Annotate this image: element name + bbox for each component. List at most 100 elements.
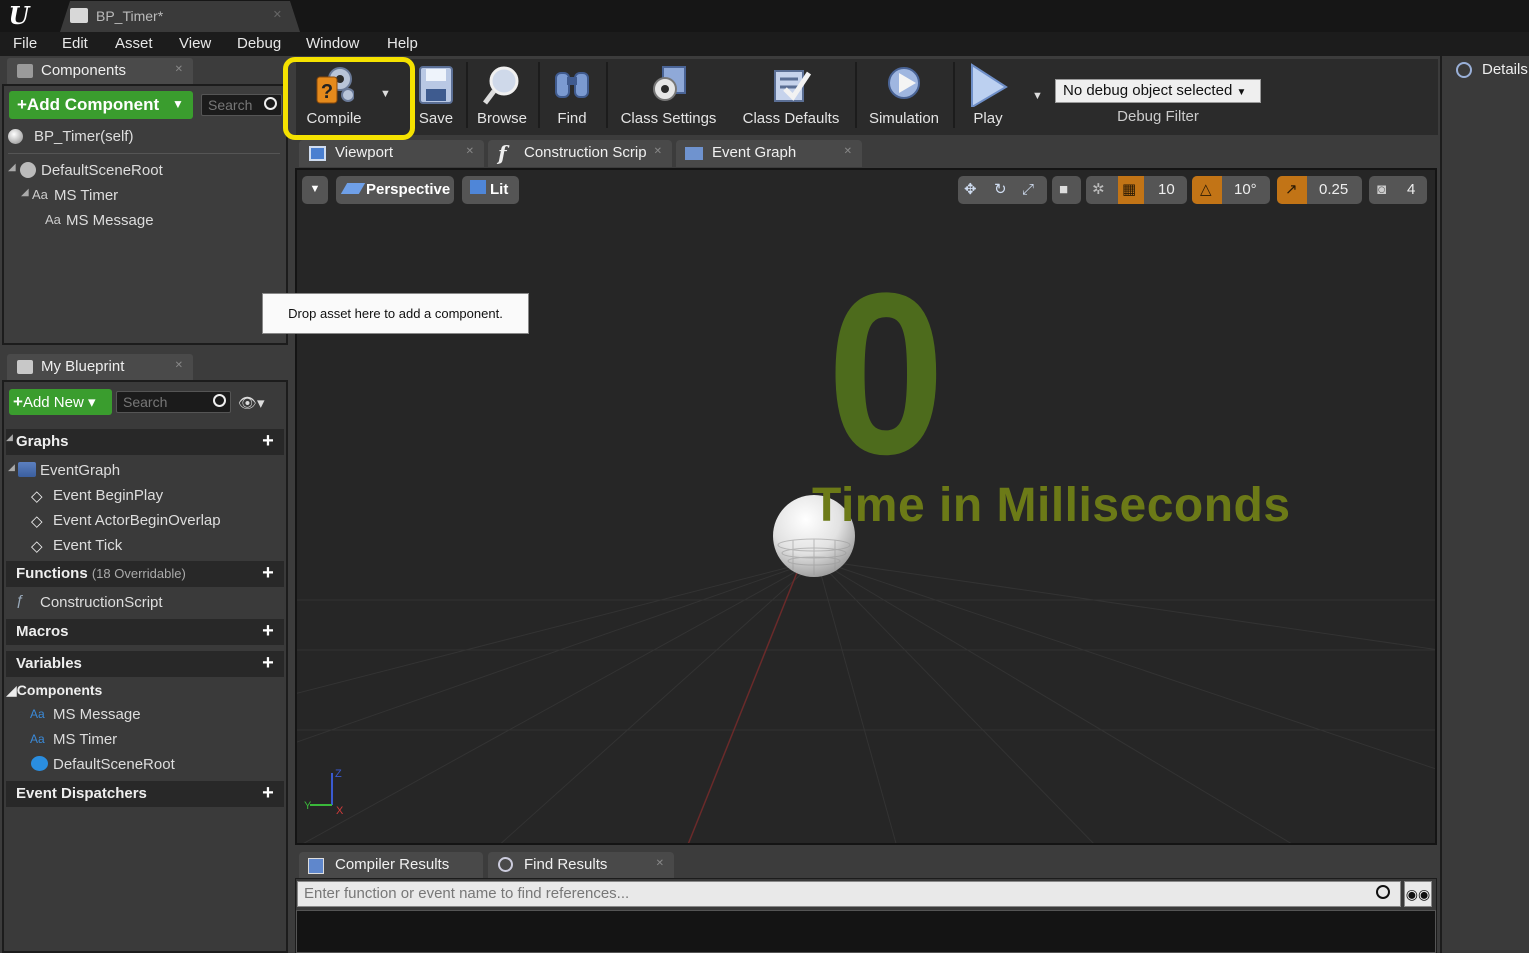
scale-snap-control[interactable]: ↗ 0.25 (1277, 176, 1362, 204)
camera-speed-control[interactable]: ◙ 4 (1369, 176, 1427, 204)
tree-item-ms-timer[interactable]: MS Timer (54, 187, 118, 204)
find-in-all-blueprints-binoculars-icon[interactable]: ◉◉ (1404, 881, 1432, 907)
unreal-logo-icon[interactable]: U (4, 2, 34, 30)
add-new-button[interactable]: +Add New ▾ (9, 389, 112, 415)
var-default-scene-root[interactable]: DefaultSceneRoot (53, 756, 175, 773)
menu-view[interactable]: View (179, 35, 211, 52)
eye-visibility-icon[interactable]: 👁▾ (238, 394, 265, 412)
menu-file[interactable]: File (13, 35, 37, 52)
tab-find-results[interactable]: Find Results ✕ (488, 852, 674, 879)
debug-object-select[interactable]: No debug object selected ▼ (1055, 79, 1261, 103)
class-settings-button[interactable]: Class Settings (612, 59, 725, 133)
play-triangle-icon (971, 63, 1008, 107)
toolbar-separator (466, 62, 468, 128)
category-variables[interactable]: Variables + (6, 651, 284, 677)
components-search-input[interactable]: Search (201, 94, 282, 116)
tab-event-graph[interactable]: Event Graph ✕ (676, 140, 862, 167)
add-graph-icon[interactable]: + (258, 431, 278, 452)
tab-components[interactable]: Components ✕ (7, 58, 193, 84)
world-local-toggle[interactable]: ■ (1052, 176, 1081, 204)
lit-label: Lit (490, 181, 509, 198)
tree-item-ms-message[interactable]: MS Message (66, 212, 154, 229)
expand-arrow-icon[interactable]: ◢ (8, 162, 16, 173)
tab-compiler-results[interactable]: Compiler Results (299, 852, 483, 879)
close-tab-icon[interactable]: ✕ (654, 146, 662, 157)
close-tab-icon[interactable]: ✕ (273, 8, 282, 21)
tree-item-default-scene-root[interactable]: DefaultSceneRoot (41, 162, 163, 179)
svg-text:Z: Z (335, 768, 342, 780)
browse-magnifier-icon (483, 66, 519, 105)
tab-my-blueprint[interactable]: My Blueprint ✕ (7, 354, 193, 380)
add-macro-icon[interactable]: + (258, 621, 278, 642)
save-label: Save (418, 110, 454, 127)
class-settings-label: Class Settings (620, 110, 717, 127)
search-icon[interactable] (1376, 885, 1390, 899)
transform-tools[interactable]: ✥ ↻ ⤢ (958, 176, 1047, 204)
close-tab-icon[interactable]: ✕ (175, 360, 183, 371)
tab-viewport[interactable]: Viewport ✕ (299, 140, 484, 167)
translate-icon[interactable]: ✥ (964, 176, 977, 203)
subcategory-components[interactable]: ◢Components (6, 682, 102, 699)
surface-snap-icon[interactable]: ✲ (1092, 176, 1105, 203)
rotate-icon[interactable]: ↻ (994, 176, 1007, 203)
tree-item-event-tick[interactable]: Event Tick (53, 537, 122, 554)
rotation-snap-control[interactable]: △ 10° (1192, 176, 1270, 204)
tree-item-event-actor-begin-overlap[interactable]: Event ActorBeginOverlap (53, 512, 221, 529)
menu-asset[interactable]: Asset (115, 35, 153, 52)
play-button[interactable]: Play (958, 59, 1018, 133)
tree-item-event-begin-play[interactable]: Event BeginPlay (53, 487, 163, 504)
category-graphs[interactable]: Graphs + (6, 429, 284, 455)
var-ms-timer[interactable]: MS Timer (53, 731, 117, 748)
category-functions[interactable]: Functions (18 Overridable) + (6, 561, 284, 587)
add-function-icon[interactable]: + (258, 563, 278, 584)
add-component-button[interactable]: +Add Component (9, 91, 193, 119)
event-graph-icon (18, 462, 36, 477)
viewport-options-dropdown[interactable]: ▼ (302, 176, 328, 204)
category-macros[interactable]: Macros + (6, 619, 284, 645)
tree-item-event-graph[interactable]: EventGraph (40, 462, 120, 479)
browse-button[interactable]: Browse (470, 59, 534, 133)
var-ms-message[interactable]: MS Message (53, 706, 141, 723)
add-event-dispatcher-icon[interactable]: + (258, 783, 278, 804)
scale-icon[interactable]: ⤢ (1022, 176, 1034, 203)
category-event-dispatchers[interactable]: Event Dispatchers + (6, 781, 284, 807)
category-graphs-label: Graphs (16, 433, 69, 450)
menu-help[interactable]: Help (387, 35, 418, 52)
class-defaults-button[interactable]: Class Defaults (733, 59, 849, 133)
menu-window[interactable]: Window (306, 35, 359, 52)
simulation-button[interactable]: Simulation (860, 59, 948, 133)
class-settings-gear-icon (652, 66, 686, 101)
event-diamond-icon: ◇ (31, 488, 43, 505)
find-references-input[interactable]: Enter function or event name to find ref… (297, 881, 1401, 907)
tab-construction-script[interactable]: f Construction Scrip ✕ (488, 140, 672, 167)
menu-edit[interactable]: Edit (62, 35, 88, 52)
add-variable-icon[interactable]: + (258, 653, 278, 674)
angle-icon: △ (1200, 181, 1212, 198)
category-event-dispatchers-label: Event Dispatchers (16, 785, 147, 802)
close-tab-icon[interactable]: ✕ (466, 146, 474, 157)
component-self[interactable]: BP_Timer(self) (34, 128, 133, 145)
tree-item-construction-script[interactable]: ConstructionScript (40, 594, 163, 611)
lit-button[interactable]: Lit (462, 176, 519, 204)
expand-arrow-icon[interactable]: ◢ (8, 462, 15, 473)
close-tab-icon[interactable]: ✕ (175, 64, 183, 75)
document-tab[interactable]: BP_Timer* ✕ (60, 1, 300, 32)
find-button[interactable]: Find (544, 59, 600, 133)
my-blueprint-search-input[interactable]: Search (116, 391, 231, 413)
camera-speed-value: 4 (1407, 181, 1416, 198)
grid-snap-control[interactable]: ✲ ▦ 10 (1086, 176, 1187, 204)
save-button[interactable]: Save (414, 59, 458, 133)
expand-arrow-icon[interactable]: ◢ (21, 187, 29, 198)
compiler-results-icon (308, 858, 324, 874)
save-disk-icon (419, 66, 453, 104)
menu-debug[interactable]: Debug (237, 35, 281, 52)
book-icon (17, 360, 33, 374)
class-defaults-label: Class Defaults (742, 110, 840, 127)
play-options-dropdown-icon[interactable]: ▼ (1032, 90, 1043, 102)
expand-arrow-icon[interactable]: ◢ (6, 432, 13, 443)
close-tab-icon[interactable]: ✕ (844, 146, 852, 157)
tab-details[interactable]: Details (1448, 56, 1529, 84)
close-tab-icon[interactable]: ✕ (656, 858, 664, 869)
menu-bar (0, 32, 1529, 56)
perspective-button[interactable]: Perspective (336, 176, 454, 204)
